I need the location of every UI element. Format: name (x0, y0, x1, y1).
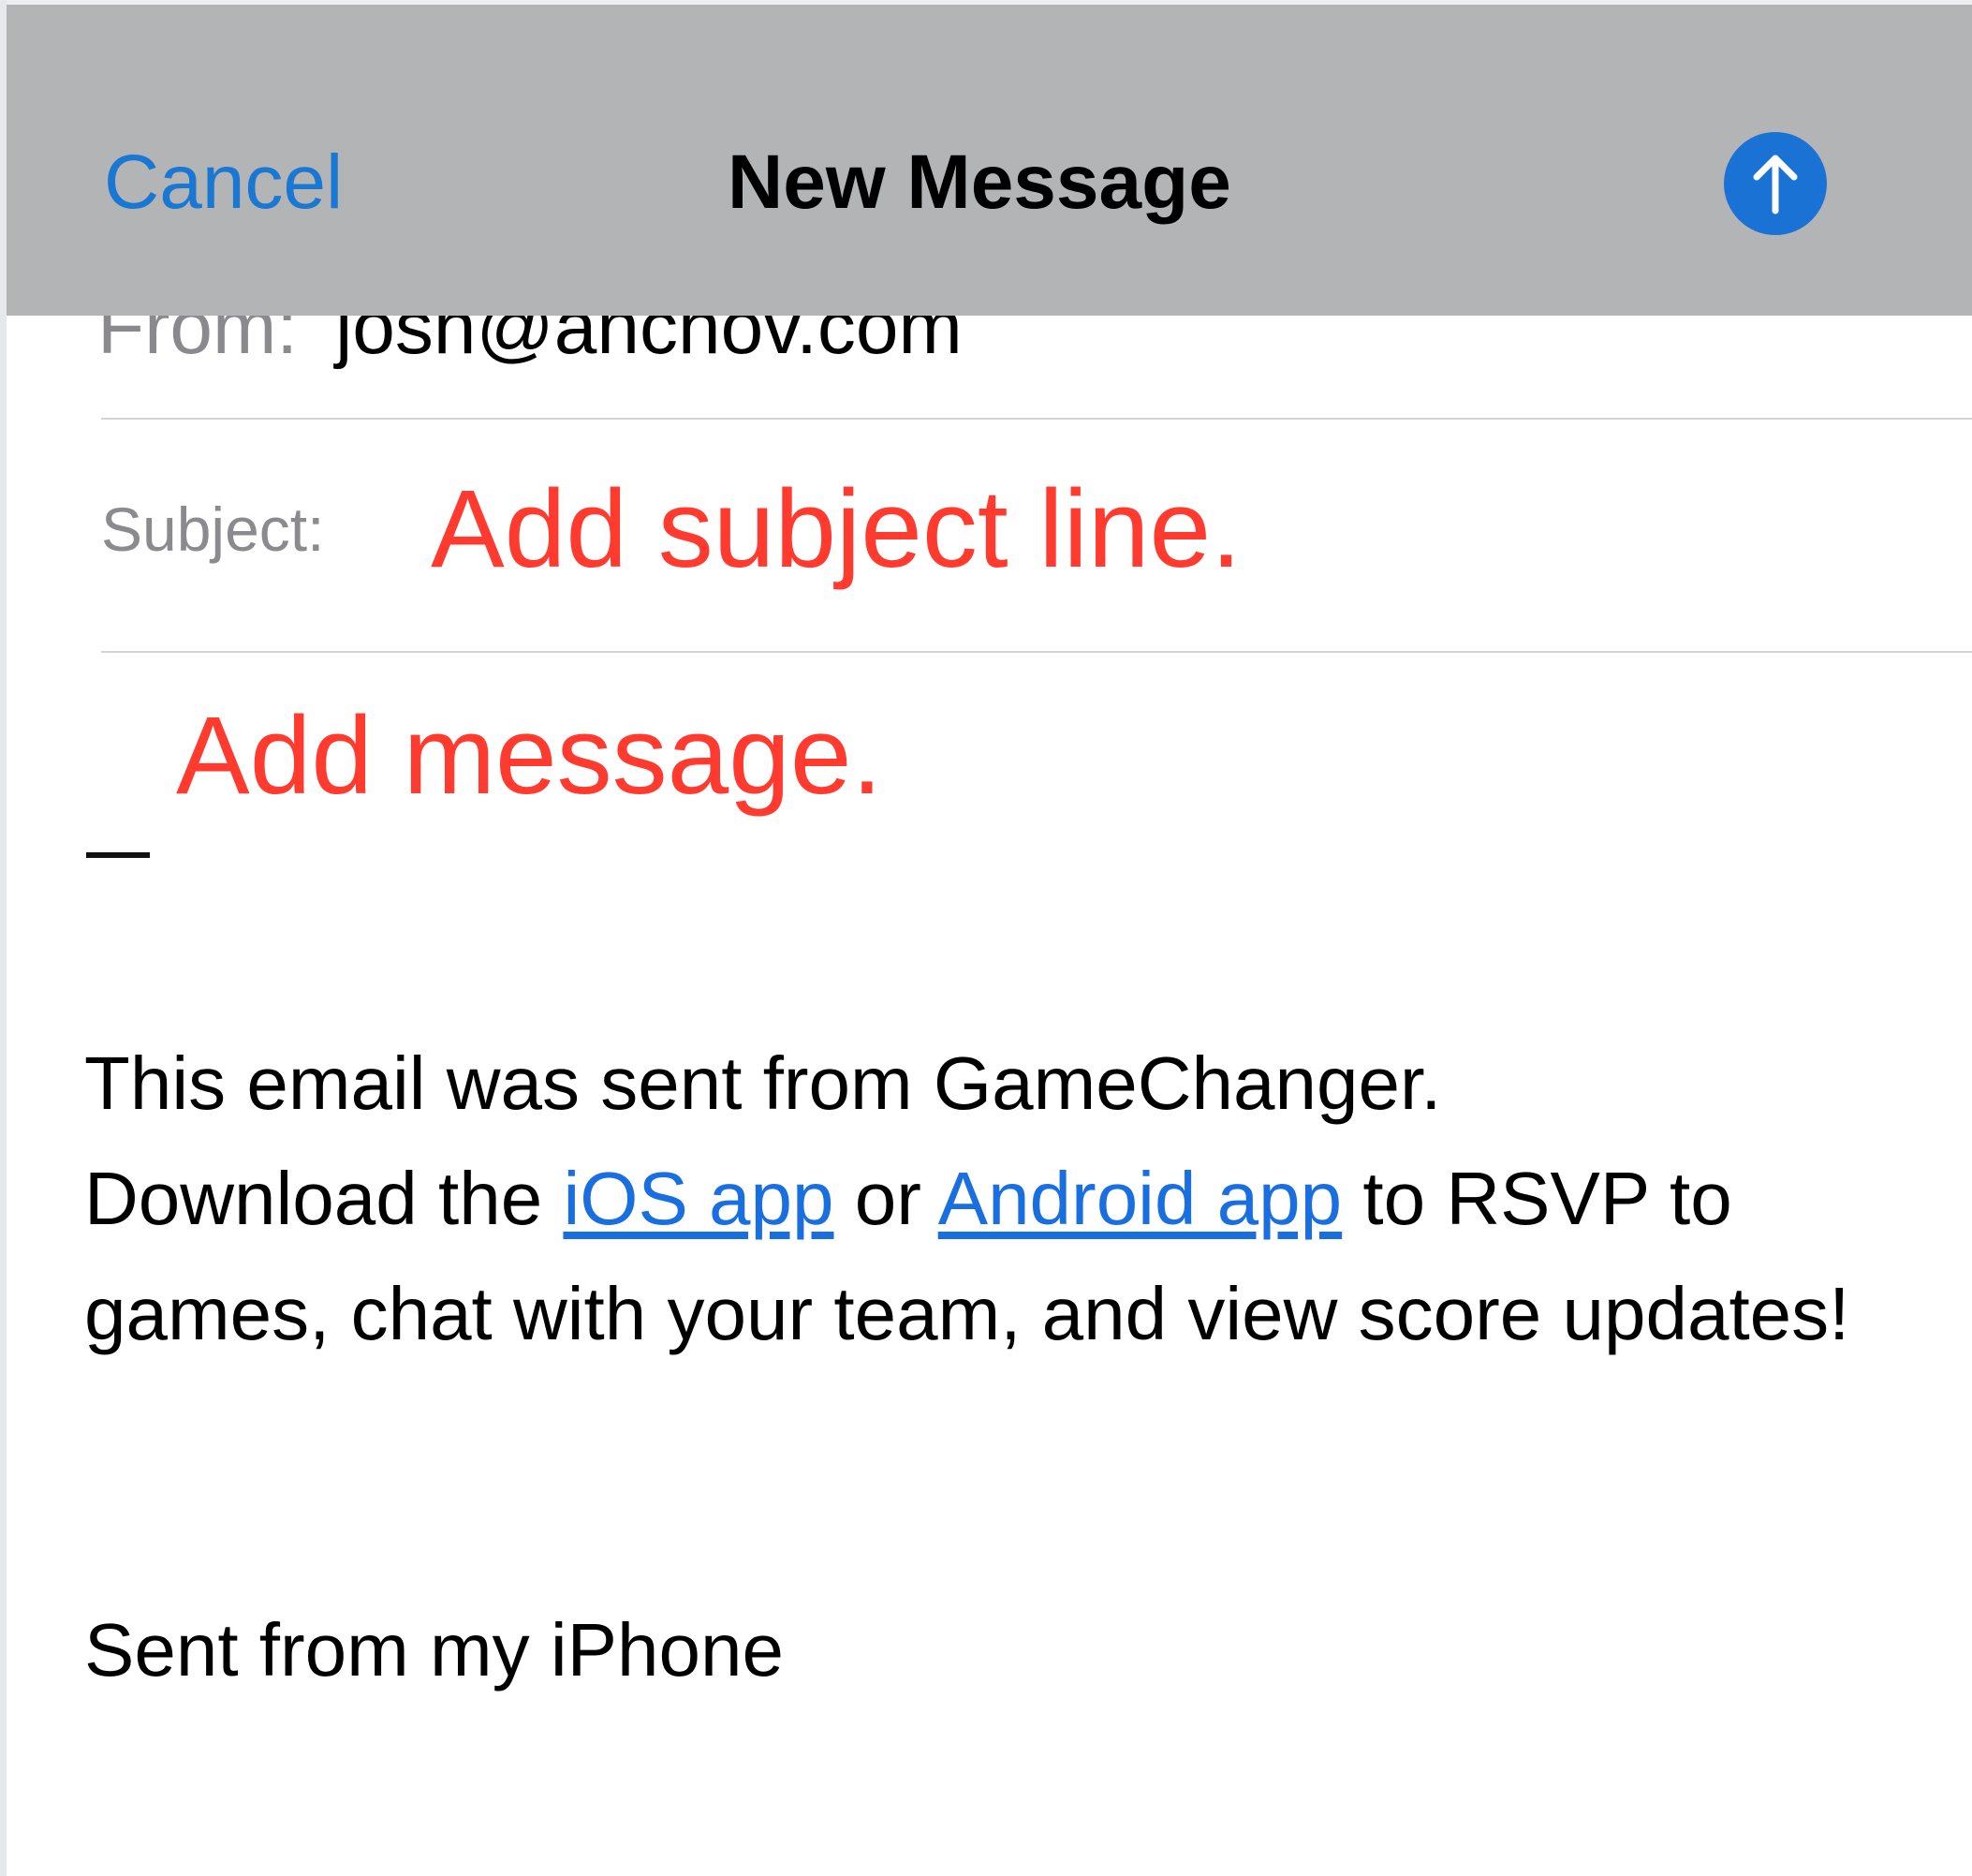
text-cursor (86, 852, 150, 858)
ios-app-link[interactable]: iOS app (563, 1157, 833, 1240)
field-divider (101, 418, 1972, 420)
compose-navbar: Cancel New Message (7, 5, 1972, 316)
send-button[interactable] (1724, 132, 1827, 235)
page-title: New Message (728, 140, 1231, 225)
message-body-input[interactable]: Add message. (176, 695, 882, 817)
android-app-link[interactable]: Android app (938, 1157, 1342, 1240)
body-text-prefix: Download the (84, 1157, 543, 1240)
email-body-text: This email was sent from GameChanger. Do… (84, 1026, 1882, 1371)
body-line-1: This email was sent from GameChanger. (84, 1041, 1442, 1125)
subject-field[interactable]: Add subject line. (431, 468, 1242, 590)
field-divider (101, 651, 1972, 653)
arrow-up-icon (1753, 155, 1798, 214)
body-text-connector: or (854, 1157, 921, 1240)
cancel-button[interactable]: Cancel (104, 136, 343, 229)
subject-label: Subject: (101, 495, 325, 564)
email-signature: Sent from my iPhone (84, 1608, 784, 1691)
screenshot-frame-left (0, 0, 7, 1876)
